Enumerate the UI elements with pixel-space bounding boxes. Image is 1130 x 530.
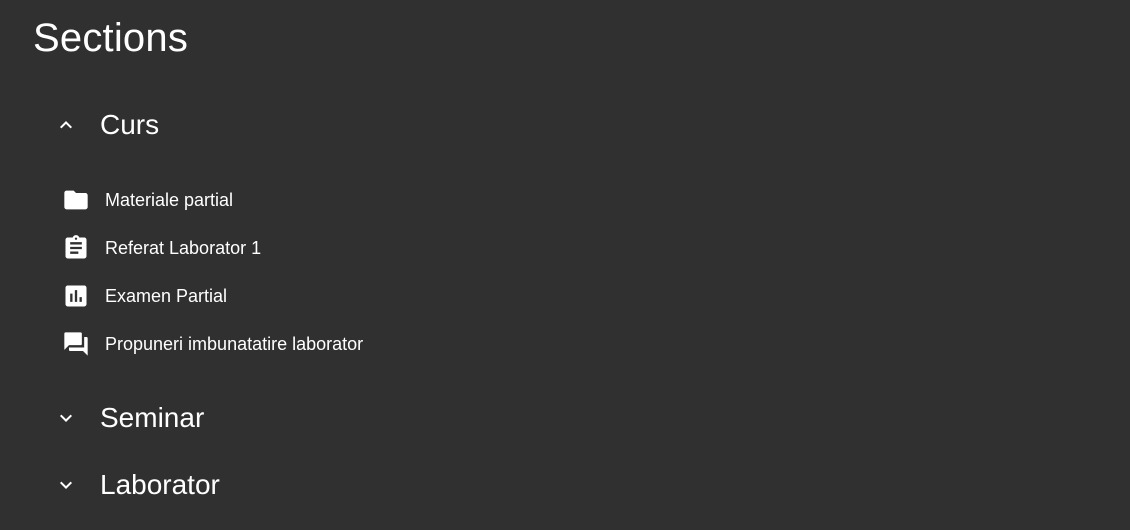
forum-icon (62, 330, 90, 358)
chevron-up-icon (54, 113, 78, 137)
item-label: Referat Laborator 1 (105, 238, 262, 258)
section-header-seminar[interactable]: Seminar (54, 394, 204, 442)
bar-chart-icon (62, 282, 90, 310)
list-item-materiale-partial[interactable]: Materiale partial (62, 180, 233, 220)
list-item-examen-partial[interactable]: Examen Partial (62, 276, 227, 316)
section-header-laborator[interactable]: Laborator (54, 461, 220, 509)
chevron-down-icon (54, 473, 78, 497)
section-label: Curs (100, 109, 160, 140)
assignment-icon (62, 234, 90, 262)
chevron-down-icon (54, 406, 78, 430)
section-label: Laborator (100, 469, 220, 500)
section-header-curs[interactable]: Curs (54, 101, 159, 149)
section-label: Seminar (100, 402, 205, 433)
item-label: Examen Partial (105, 286, 228, 306)
item-label: Propuneri imbunatatire laborator (105, 334, 364, 354)
item-label: Materiale partial (105, 190, 234, 210)
list-item-propuneri-imbunatatire-laborator[interactable]: Propuneri imbunatatire laborator (62, 324, 363, 364)
folder-icon (62, 186, 90, 214)
sections-page: Sections Curs Materiale partial Referat … (0, 0, 1130, 530)
page-title: Sections (33, 16, 189, 60)
list-item-referat-laborator-1[interactable]: Referat Laborator 1 (62, 228, 261, 268)
